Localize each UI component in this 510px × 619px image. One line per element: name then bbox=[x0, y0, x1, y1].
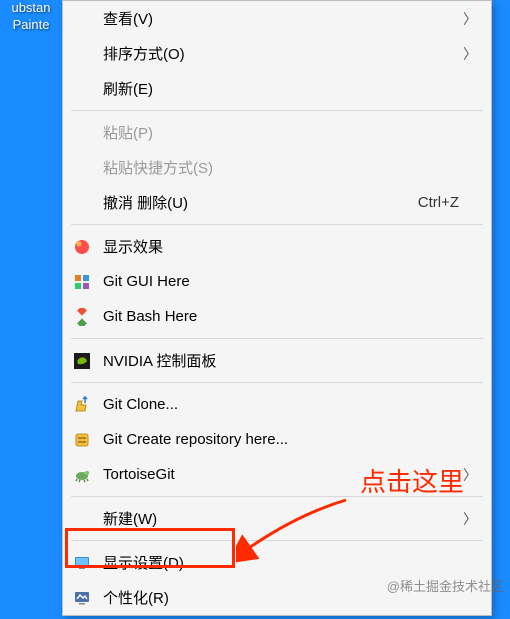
blank-icon bbox=[71, 43, 93, 65]
blank-icon bbox=[71, 157, 93, 179]
menu-label: 查看(V) bbox=[103, 8, 477, 29]
menu-display-settings[interactable]: 显示设置(D) bbox=[63, 545, 491, 580]
menu-label: 显示效果 bbox=[103, 236, 477, 257]
menu-paste: 粘贴(P) bbox=[63, 115, 491, 150]
personalize-icon bbox=[71, 587, 93, 609]
menu-label: 撤消 删除(U) bbox=[103, 192, 418, 213]
menu-undo-delete[interactable]: 撤消 删除(U) Ctrl+Z bbox=[63, 185, 491, 220]
blank-icon bbox=[71, 192, 93, 214]
git-bash-icon bbox=[71, 306, 93, 328]
menu-view[interactable]: 查看(V) 〉 bbox=[63, 1, 491, 36]
desktop-icon-label: ubstanPainte bbox=[11, 0, 50, 32]
display-settings-icon bbox=[71, 552, 93, 574]
menu-separator bbox=[71, 496, 483, 497]
menu-separator bbox=[71, 540, 483, 541]
menu-label: 排序方式(O) bbox=[103, 43, 477, 64]
menu-label: TortoiseGit bbox=[103, 466, 477, 483]
display-effect-icon bbox=[71, 236, 93, 258]
menu-separator bbox=[71, 382, 483, 383]
menu-git-bash[interactable]: Git Bash Here bbox=[63, 299, 491, 334]
menu-git-gui[interactable]: Git GUI Here bbox=[63, 264, 491, 299]
blank-icon bbox=[71, 122, 93, 144]
git-clone-icon bbox=[71, 394, 93, 416]
chevron-right-icon: 〉 bbox=[463, 509, 477, 529]
menu-label: 粘贴(P) bbox=[103, 122, 477, 143]
menu-separator bbox=[71, 110, 483, 111]
nvidia-icon bbox=[71, 350, 93, 372]
menu-refresh[interactable]: 刷新(E) bbox=[63, 71, 491, 106]
menu-label: Git GUI Here bbox=[103, 273, 477, 290]
blank-icon bbox=[71, 8, 93, 30]
desktop-icon-substance[interactable]: ubstanPainte bbox=[0, 0, 62, 34]
chevron-right-icon: 〉 bbox=[463, 44, 477, 64]
menu-label: 个性化(R) bbox=[103, 587, 477, 608]
menu-new[interactable]: 新建(W) 〉 bbox=[63, 501, 491, 536]
blank-icon bbox=[71, 78, 93, 100]
menu-label: 显示设置(D) bbox=[103, 552, 477, 573]
menu-sort[interactable]: 排序方式(O) 〉 bbox=[63, 36, 491, 71]
git-create-icon bbox=[71, 429, 93, 451]
desktop-context-menu: 查看(V) 〉 排序方式(O) 〉 刷新(E) 粘贴(P) 粘贴快捷方式(S) … bbox=[62, 0, 492, 616]
menu-display-effect[interactable]: 显示效果 bbox=[63, 229, 491, 264]
tortoisegit-icon bbox=[71, 464, 93, 486]
blank-icon bbox=[71, 508, 93, 530]
menu-label: 新建(W) bbox=[103, 508, 477, 529]
menu-label: Git Create repository here... bbox=[103, 431, 477, 448]
menu-tortoisegit[interactable]: TortoiseGit 〉 bbox=[63, 457, 491, 492]
menu-label: Git Clone... bbox=[103, 396, 477, 413]
menu-separator bbox=[71, 338, 483, 339]
menu-personalize[interactable]: 个性化(R) bbox=[63, 580, 491, 615]
menu-label: Git Bash Here bbox=[103, 308, 477, 325]
git-gui-icon bbox=[71, 271, 93, 293]
menu-shortcut: Ctrl+Z bbox=[418, 194, 477, 211]
menu-paste-shortcut: 粘贴快捷方式(S) bbox=[63, 150, 491, 185]
chevron-right-icon: 〉 bbox=[463, 465, 477, 485]
menu-label: NVIDIA 控制面板 bbox=[103, 350, 477, 371]
menu-separator bbox=[71, 224, 483, 225]
menu-git-clone[interactable]: Git Clone... bbox=[63, 387, 491, 422]
menu-nvidia[interactable]: NVIDIA 控制面板 bbox=[63, 343, 491, 378]
chevron-right-icon: 〉 bbox=[463, 9, 477, 29]
menu-git-create[interactable]: Git Create repository here... bbox=[63, 422, 491, 457]
menu-label: 粘贴快捷方式(S) bbox=[103, 157, 477, 178]
menu-label: 刷新(E) bbox=[103, 78, 477, 99]
